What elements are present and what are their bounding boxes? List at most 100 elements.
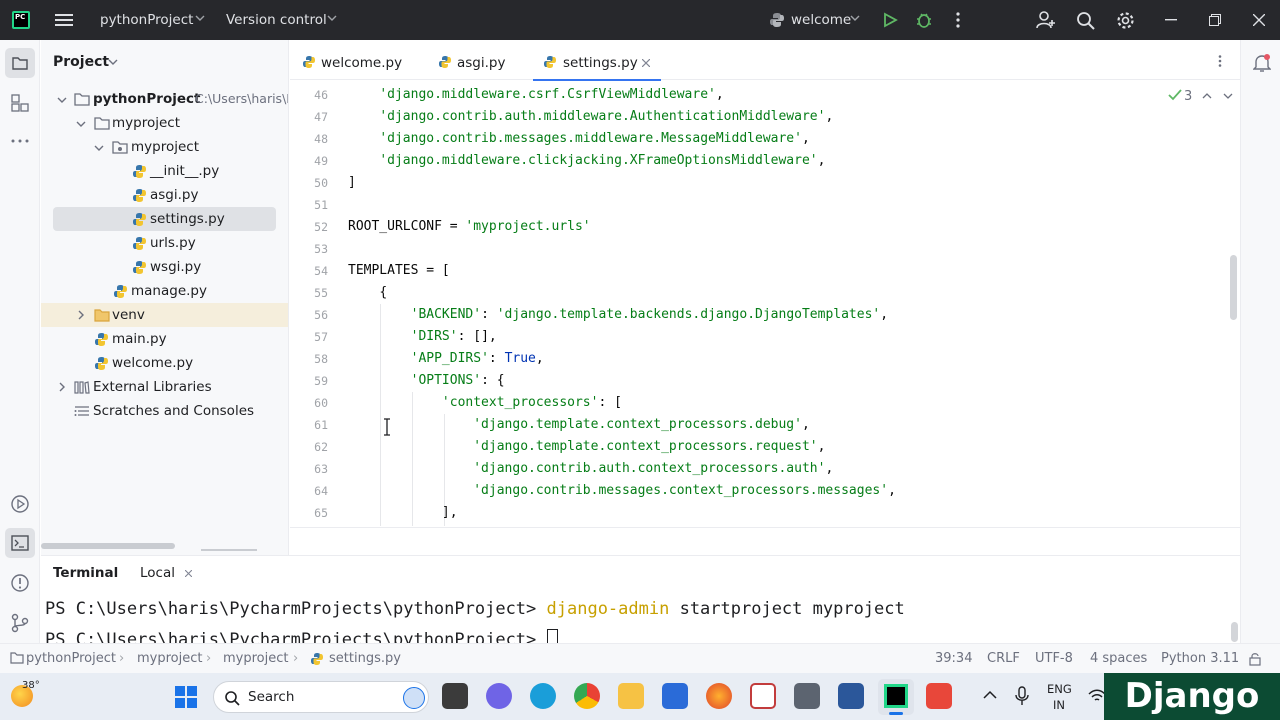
breadcrumb-item[interactable]: myproject [223,651,288,666]
services-icon[interactable] [10,494,30,514]
line-number-gutter: 46 47 48 49 50 51 52 53 54 55 56 57 58 5… [290,84,334,526]
python-file-icon [544,56,556,68]
breadcrumb-item[interactable]: settings.py [329,651,401,666]
tree-item-venv[interactable]: venv [41,303,288,327]
code-line: ROOT_URLCONF = 'myproject.urls' [348,219,591,234]
tree-item-wsgi-py[interactable]: wsgi.py [41,255,288,279]
run-configuration-selector[interactable]: welcome [791,12,851,28]
tree-item-pythonproject[interactable]: pythonProject C:\Users\haris\P [41,87,288,111]
horizontal-scrollbar[interactable] [41,543,175,549]
chevron-down-icon[interactable] [57,95,67,105]
tree-item-urls-py[interactable]: urls.py [41,231,288,255]
chrome-browser-icon[interactable] [574,683,600,709]
microphone-icon[interactable] [1015,686,1029,706]
search-icon[interactable] [1076,11,1095,30]
code-editor[interactable]: 'django.middleware.csrf.CsrfViewMiddlewa… [348,84,1228,526]
notifications-icon[interactable] [1253,53,1271,73]
panel-splitter[interactable] [201,549,257,551]
code-string: 'DIRS' [410,329,458,344]
chevron-up-icon[interactable] [983,690,997,700]
language-indicator-line1[interactable]: ENG [1047,682,1072,696]
gear-icon[interactable] [1116,11,1135,30]
tree-item-init-py[interactable]: __init__.py [41,159,288,183]
windows-start-icon[interactable] [175,686,197,708]
chevron-down-icon[interactable] [108,57,118,67]
terminal-line[interactable]: PS C:\Users\haris\PycharmProjects\python… [45,629,558,643]
more-tools-icon[interactable] [11,138,29,144]
tab-settings-py[interactable]: settings.py [533,40,661,81]
calculator-icon[interactable] [794,683,820,709]
task-view-icon[interactable] [442,683,468,709]
minimize-icon[interactable] [1165,19,1177,21]
language-indicator-line2[interactable]: IN [1053,698,1065,712]
pycharm-logo-icon[interactable]: PC [12,11,30,29]
version-control-menu[interactable]: Version control [226,12,327,28]
project-tool-button[interactable] [5,48,35,78]
problems-icon[interactable] [10,573,30,593]
python-interpreter[interactable]: Python 3.11 [1161,651,1239,666]
breadcrumb-item[interactable]: pythonProject [26,651,116,666]
terminal-tool-button[interactable] [5,528,35,558]
taskbar-search-box[interactable]: Search [213,681,429,713]
tab-asgi-py[interactable]: asgi.py [438,40,528,80]
structure-icon[interactable] [11,94,29,112]
folder-icon [74,93,90,106]
code-string: 'django.middleware.csrf.CsrfViewMiddlewa… [379,87,716,102]
bing-icon[interactable] [403,687,425,709]
edge-browser-icon[interactable] [530,683,556,709]
line-number: 54 [314,264,328,278]
pycharm-logo-text: PC [14,13,28,27]
terminal-tab-local[interactable]: Local [140,565,175,581]
lock-icon[interactable] [1248,652,1262,666]
line-number: 46 [314,88,328,102]
word-icon[interactable] [838,683,864,709]
tree-item-myproject-package[interactable]: myproject [41,135,288,159]
more-tabs-icon[interactable] [1218,55,1222,67]
breadcrumb-item[interactable]: myproject [137,651,202,666]
main-menu-icon[interactable] [55,12,73,28]
python-file-icon [133,261,146,274]
project-panel-title[interactable]: Project [53,54,109,70]
tab-welcome-py[interactable]: welcome.py [302,40,422,80]
file-explorer-icon[interactable] [618,683,644,709]
git-icon[interactable] [10,613,30,633]
chevron-down-icon[interactable] [94,143,104,153]
close-icon[interactable] [185,570,192,577]
terminal-line[interactable]: PS C:\Users\haris\PycharmProjects\python… [45,599,905,619]
debug-icon[interactable] [915,11,933,29]
app-icon[interactable] [926,683,952,709]
tree-item-manage-py[interactable]: manage.py [41,279,288,303]
tree-item-external-libraries[interactable]: External Libraries [41,375,288,399]
project-selector[interactable]: pythonProject [100,12,193,28]
caret-position[interactable]: 39:34 [935,651,972,666]
tree-item-label: urls.py [150,235,196,251]
chevron-down-icon[interactable] [76,119,86,129]
pycharm-taskbar-button[interactable] [878,679,914,715]
close-icon[interactable] [1253,14,1265,26]
tree-item-myproject[interactable]: myproject [41,111,288,135]
restore-icon[interactable] [1209,14,1221,26]
add-user-icon[interactable] [1036,10,1056,30]
chevron-right-icon[interactable] [76,310,86,320]
more-actions-icon[interactable] [955,12,961,28]
editor-vertical-scrollbar[interactable] [1230,255,1237,320]
indent-setting[interactable]: 4 spaces [1090,651,1147,666]
django-watermark-logo: Django [1104,673,1280,720]
snipping-tool-icon[interactable] [750,683,776,709]
tree-item-main-py[interactable]: main.py [41,327,288,351]
close-icon[interactable] [642,59,650,67]
microsoft-store-icon[interactable] [662,683,688,709]
tree-item-asgi-py[interactable]: asgi.py [41,183,288,207]
tree-item-welcome-py[interactable]: welcome.py [41,351,288,375]
tree-item-settings-py[interactable]: settings.py [41,207,288,231]
chevron-right-icon[interactable] [57,382,67,392]
teams-chat-icon[interactable] [486,683,512,709]
terminal-scrollbar[interactable] [1231,622,1238,642]
terminal-title: Terminal [53,565,119,581]
title-bar: PC pythonProject Version control welcome [0,0,1280,40]
file-encoding[interactable]: UTF-8 [1035,651,1073,666]
tree-item-scratches-and-consoles[interactable]: Scratches and Consoles [41,399,288,423]
run-icon[interactable] [882,12,898,28]
line-ending[interactable]: CRLF [987,651,1020,666]
firefox-icon[interactable] [706,683,732,709]
